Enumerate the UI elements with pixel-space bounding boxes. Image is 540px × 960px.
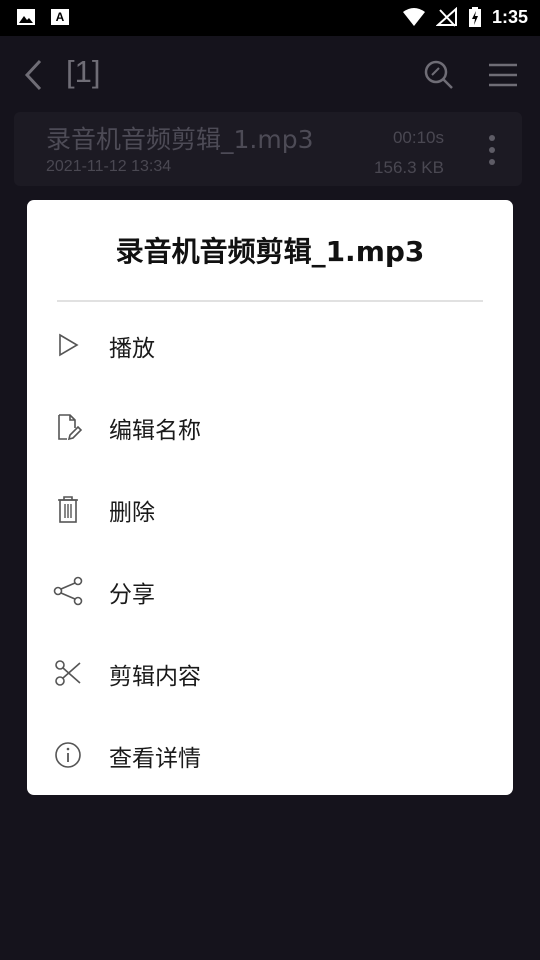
menu-item-rename[interactable]: 编辑名称: [27, 385, 513, 467]
edit-file-icon: [58, 414, 83, 441]
search-icon[interactable]: [424, 60, 454, 90]
menu-item-play[interactable]: 播放: [27, 303, 513, 385]
menu-item-label: 剪辑内容: [109, 664, 201, 690]
menu-item-label: 删除: [109, 500, 155, 526]
menu-item-details[interactable]: 查看详情: [27, 713, 513, 795]
menu-item-label: 播放: [109, 336, 155, 362]
play-icon: [59, 333, 79, 357]
menu-item-label: 查看详情: [109, 746, 201, 772]
file-size: 156.3 KB: [374, 158, 444, 177]
file-date: 2021-11-12 13:34: [46, 158, 172, 175]
menu-item-delete[interactable]: 删除: [27, 467, 513, 549]
no-signal-icon: [435, 7, 457, 27]
share-icon: [53, 576, 83, 606]
menu-item-share[interactable]: 分享: [27, 549, 513, 631]
page-title: [1]: [66, 54, 101, 89]
file-options-dialog: 录音机音频剪辑_1.mp3 播放 编辑名称 删除 分享 剪辑内容 查看详情: [27, 200, 513, 795]
file-list-item[interactable]: 录音机音频剪辑_1.mp3 2021-11-12 13:34 00:10s 15…: [14, 112, 522, 186]
battery-charging-icon: [468, 7, 481, 27]
trash-icon: [58, 496, 78, 523]
text-notification-icon: A: [51, 9, 69, 25]
wifi-icon: [402, 8, 425, 26]
file-duration: 00:10s: [392, 128, 444, 147]
menu-item-label: 分享: [109, 582, 155, 608]
scissors-icon: [55, 660, 81, 686]
file-name: 录音机音频剪辑_1.mp3: [46, 125, 314, 154]
divider: [57, 300, 483, 302]
more-options-icon[interactable]: [486, 134, 498, 166]
dialog-title: 录音机音频剪辑_1.mp3: [115, 235, 425, 268]
menu-item-label: 编辑名称: [109, 418, 201, 444]
info-icon: [55, 742, 81, 768]
svg-text:A: A: [56, 10, 65, 24]
image-notification-icon: [17, 9, 35, 25]
menu-item-clip[interactable]: 剪辑内容: [27, 631, 513, 713]
back-arrow-icon[interactable]: [22, 58, 46, 92]
status-bar: A 1:35: [0, 0, 540, 36]
app-bar: [1]: [0, 36, 540, 112]
clock: 1:35: [491, 6, 528, 27]
hamburger-menu-icon[interactable]: [488, 62, 518, 88]
